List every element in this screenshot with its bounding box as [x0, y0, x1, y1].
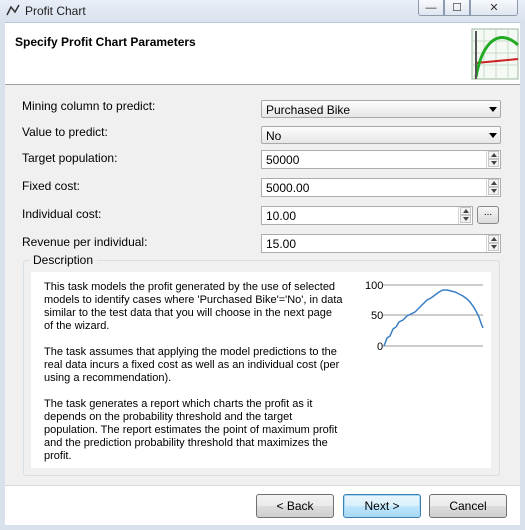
revenue-label: Revenue per individual: [22, 235, 148, 249]
y-tick-0: 0 [377, 341, 383, 353]
fixed-cost-label: Fixed cost: [22, 179, 81, 193]
profit-chart-graphic-icon [471, 28, 520, 80]
mining-column-label: Mining column to predict: [22, 99, 156, 113]
individual-cost-label: Individual cost: [22, 207, 102, 221]
description-group: This task models the profit generated by… [23, 260, 500, 476]
cancel-button[interactable]: Cancel [429, 494, 507, 518]
description-paragraph-2: The task assumes that applying the model… [44, 346, 340, 384]
fixed-cost-value: 5000.00 [266, 181, 310, 195]
revenue-value: 15.00 [266, 237, 297, 251]
target-population-spinner[interactable] [486, 151, 500, 168]
profit-curve-illustration: 100 50 0 [365, 280, 484, 353]
value-to-predict-label: Value to predict: [22, 125, 108, 139]
mining-column-select[interactable]: Purchased Bike [261, 100, 501, 118]
description-paragraph-1: This task models the profit generated by… [44, 281, 343, 332]
spin-down-icon[interactable] [460, 215, 471, 223]
value-to-predict-select[interactable]: No [261, 126, 501, 144]
minimize-button[interactable]: — [418, 0, 444, 16]
target-population-label: Target population: [22, 151, 118, 165]
revenue-input[interactable]: 15.00 [261, 234, 501, 253]
individual-cost-input[interactable]: 10.00 [261, 206, 473, 225]
chevron-down-icon [489, 107, 497, 112]
individual-cost-value: 10.00 [266, 209, 297, 223]
profit-curve-line [383, 289, 484, 347]
target-population-value: 50000 [266, 153, 300, 167]
mining-column-value: Purchased Bike [266, 103, 351, 117]
y-tick-50: 50 [371, 310, 383, 322]
fixed-cost-spinner[interactable] [486, 179, 500, 196]
back-button[interactable]: < Back [256, 494, 334, 518]
individual-cost-browse-button[interactable]: ... [477, 206, 499, 224]
close-button[interactable]: ✕ [470, 0, 518, 16]
revenue-spinner[interactable] [486, 235, 500, 252]
value-to-predict-value: No [266, 129, 282, 143]
minimize-icon: — [425, 1, 437, 14]
window-title: Profit Chart [25, 4, 86, 18]
maximize-button[interactable]: ☐ [444, 0, 470, 16]
close-icon: ✕ [489, 2, 499, 14]
spin-down-icon[interactable] [488, 187, 499, 195]
spin-up-icon[interactable] [488, 179, 499, 187]
window-border-bottom [0, 525, 525, 530]
description-paragraph-3: The task generates a report which charts… [44, 398, 338, 462]
description-panel: This task models the profit generated by… [31, 272, 491, 468]
description-legend: Description [29, 253, 98, 267]
profit-chart-app-icon [6, 4, 20, 16]
spin-up-icon[interactable] [488, 235, 499, 243]
fixed-cost-input[interactable]: 5000.00 [261, 178, 501, 197]
y-tick-100: 100 [365, 280, 383, 292]
spin-up-icon[interactable] [488, 151, 499, 159]
footer-divider [5, 485, 520, 486]
spin-down-icon[interactable] [488, 159, 499, 167]
chevron-down-icon [489, 133, 497, 138]
maximize-icon: ☐ [452, 2, 462, 14]
title-bar: Profit Chart — ☐ ✕ [0, 0, 525, 23]
target-population-input[interactable]: 50000 [261, 150, 501, 169]
wizard-body: Mining column to predict: Purchased Bike… [5, 85, 520, 485]
window-border-right [520, 22, 525, 530]
spin-up-icon[interactable] [460, 207, 471, 215]
spin-down-icon[interactable] [488, 243, 499, 251]
individual-cost-spinner[interactable] [458, 207, 472, 224]
next-button[interactable]: Next > [343, 494, 421, 518]
wizard-header: Specify Profit Chart Parameters [5, 23, 520, 85]
page-title: Specify Profit Chart Parameters [15, 35, 196, 49]
